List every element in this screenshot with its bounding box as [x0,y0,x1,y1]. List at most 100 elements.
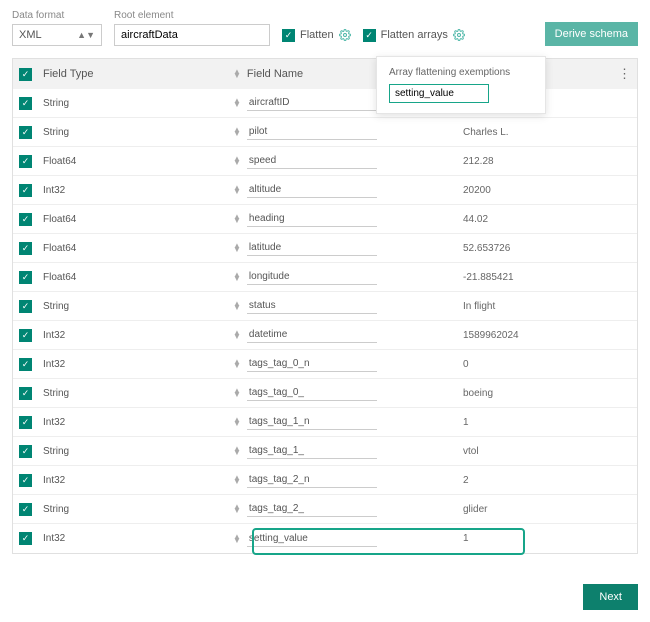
gear-icon[interactable] [339,29,351,41]
field-type-cell: String [43,301,69,312]
table-row: ✓String▲▼pilotCharles L. [13,118,637,147]
field-name-cell[interactable]: speed [247,153,377,169]
sort-icon[interactable]: ▲▼ [233,389,241,397]
table-row: ✓String▲▼tags_tag_1_vtol [13,437,637,466]
gear-icon[interactable] [453,29,465,41]
table-row: ✓ Float64 ▲▼ longitude -21.885421 [13,263,637,292]
sort-icon[interactable]: ▲▼ [233,157,241,165]
field-value-cell: 0 [463,359,631,370]
field-name-cell[interactable]: longitude [247,269,377,285]
row-checkbox[interactable]: ✓ [19,213,32,226]
sort-icon[interactable]: ▲▼ [233,360,241,368]
field-value-cell: -21.885421 [463,272,631,283]
field-value-cell: 2 [463,475,631,486]
field-type-cell: Int32 [43,417,65,428]
row-checkbox[interactable]: ✓ [19,97,32,110]
field-type-cell: Int32 [43,359,65,370]
flatten-arrays-check-group: ✓ Flatten arrays [363,24,465,46]
flatten-arrays-checkbox[interactable]: ✓ [363,29,376,42]
sort-icon[interactable]: ▲▼ [233,535,241,543]
field-name-cell[interactable]: heading [247,211,377,227]
sort-icon[interactable]: ▲▼ [233,128,241,136]
exemption-input[interactable] [389,84,489,103]
flatten-checkbox[interactable]: ✓ [282,29,295,42]
field-name-cell[interactable]: tags_tag_1_ [247,443,377,459]
sort-icon[interactable]: ▲▼ [233,70,241,78]
field-name-cell[interactable]: pilot [247,124,377,140]
table-row: ✓ Float64 ▲▼ latitude 52.653726 [13,234,637,263]
row-checkbox[interactable]: ✓ [19,242,32,255]
header-checkbox[interactable]: ✓ [19,68,32,81]
sort-icon[interactable]: ▲▼ [233,447,241,455]
data-format-select[interactable]: XML ▲▼ [12,24,102,46]
field-type-cell: Float64 [43,243,76,254]
field-name-cell[interactable]: altitude [247,182,377,198]
row-checkbox[interactable]: ✓ [19,155,32,168]
field-type-cell: Float64 [43,272,76,283]
sort-icon[interactable]: ▲▼ [233,186,241,194]
sort-icon[interactable]: ▲▼ [233,418,241,426]
flatten-arrays-label: Flatten arrays [381,29,448,41]
field-type-cell: Float64 [43,156,76,167]
field-name-cell[interactable]: latitude [247,240,377,256]
sort-icon[interactable]: ▲▼ [233,331,241,339]
dropdown-icon: ▲▼ [77,30,95,40]
field-value-cell: boeing [463,388,631,399]
sort-icon[interactable]: ▲▼ [233,476,241,484]
field-name-cell[interactable]: setting_value [247,531,377,547]
field-value-cell: In flight [463,301,631,312]
field-name-cell[interactable]: datetime [247,327,377,343]
field-value-cell: 1 [463,533,631,544]
row-checkbox[interactable]: ✓ [19,387,32,400]
derive-schema-button[interactable]: Derive schema [545,22,638,46]
data-format-group: Data format XML ▲▼ [12,10,102,46]
field-value-cell: 44.02 [463,214,631,225]
table-row: ✓ String ▲▼ tags_tag_2_ glider [13,495,637,524]
sort-icon[interactable]: ▲▼ [233,273,241,281]
row-checkbox[interactable]: ✓ [19,271,32,284]
field-type-cell: Float64 [43,214,76,225]
field-name-cell[interactable]: tags_tag_1_n [247,414,377,430]
field-value-cell: 1 [463,417,631,428]
row-checkbox[interactable]: ✓ [19,532,32,545]
field-value-cell: 52.653726 [463,243,631,254]
field-value-cell: glider [463,504,631,515]
root-element-group: Root element [114,10,270,46]
field-type-cell: Int32 [43,533,65,544]
next-button[interactable]: Next [583,584,638,610]
field-name-cell[interactable]: tags_tag_2_ [247,501,377,517]
table-row: ✓ Int32 ▲▼ tags_tag_1_n 1 [13,408,637,437]
row-checkbox[interactable]: ✓ [19,445,32,458]
table-row: ✓Int32▲▼datetime1589962024 [13,321,637,350]
row-checkbox[interactable]: ✓ [19,358,32,371]
row-checkbox[interactable]: ✓ [19,184,32,197]
kebab-menu-icon[interactable]: ⋮ [618,66,631,82]
sort-icon[interactable]: ▲▼ [233,505,241,513]
row-checkbox[interactable]: ✓ [19,474,32,487]
data-format-value: XML [19,29,42,41]
table-row: ✓ Int32 ▲▼ setting_value 1 [13,524,637,553]
field-name-cell[interactable]: tags_tag_0_ [247,385,377,401]
row-checkbox[interactable]: ✓ [19,329,32,342]
field-name-cell[interactable]: aircraftID [247,95,377,111]
table-row: ✓Int32▲▼altitude20200 [13,176,637,205]
field-name-cell[interactable]: status [247,298,377,314]
sort-icon[interactable]: ▲▼ [233,244,241,252]
field-name-cell[interactable]: tags_tag_0_n [247,356,377,372]
field-value-cell: vtol [463,446,631,457]
row-checkbox[interactable]: ✓ [19,300,32,313]
field-type-cell: Int32 [43,475,65,486]
field-type-cell: String [43,504,69,515]
table-row: ✓ String ▲▼ status In flight [13,292,637,321]
root-element-label: Root element [114,10,270,21]
root-element-input[interactable] [114,24,270,46]
sort-icon[interactable]: ▲▼ [233,215,241,223]
flatten-check-group: ✓ Flatten [282,24,351,46]
sort-icon[interactable]: ▲▼ [233,99,241,107]
field-type-cell: Int32 [43,330,65,341]
row-checkbox[interactable]: ✓ [19,126,32,139]
row-checkbox[interactable]: ✓ [19,503,32,516]
field-name-cell[interactable]: tags_tag_2_n [247,472,377,488]
row-checkbox[interactable]: ✓ [19,416,32,429]
sort-icon[interactable]: ▲▼ [233,302,241,310]
